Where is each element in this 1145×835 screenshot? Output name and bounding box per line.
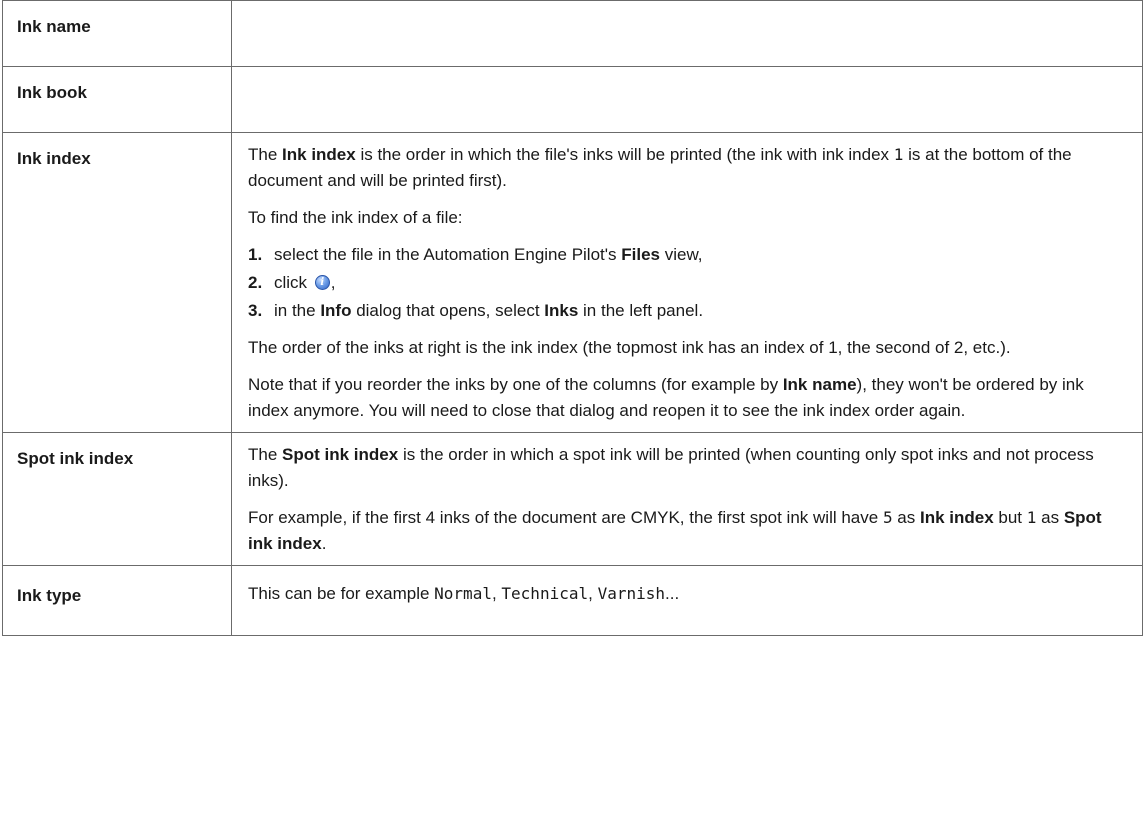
ink-order-note: The order of the inks at right is the in… bbox=[248, 338, 1011, 357]
table-row-ink-index: Ink index The Ink index is the order in … bbox=[2, 132, 1143, 433]
row-description bbox=[231, 66, 1143, 133]
list-item: 3. in the Info dialog that opens, select… bbox=[248, 301, 704, 320]
row-description bbox=[231, 0, 1143, 67]
list-item: 2. click , bbox=[248, 270, 1126, 296]
table-row-spot-ink-index: Spot ink index The Spot ink index is the… bbox=[2, 432, 1143, 566]
ink-properties-table: Ink name Ink book Ink index The Ink inde… bbox=[2, 0, 1143, 636]
info-icon bbox=[314, 270, 330, 296]
ink-index-definition: The Ink index is the order in which the … bbox=[248, 145, 1072, 190]
ink-properties-page: Ink name Ink book Ink index The Ink inde… bbox=[0, 0, 1145, 835]
find-ink-index-intro: To find the ink index of a file: bbox=[248, 208, 463, 227]
row-label: Ink name bbox=[2, 0, 232, 67]
table-row-ink-type: Ink type This can be for example Normal,… bbox=[2, 565, 1143, 636]
spot-ink-index-example: For example, if the first 4 inks of the … bbox=[248, 508, 1102, 553]
list-item: 1. select the file in the Automation Eng… bbox=[248, 245, 703, 264]
row-description: This can be for example Normal, Technica… bbox=[231, 565, 1143, 636]
steps-list: 1. select the file in the Automation Eng… bbox=[248, 242, 1126, 324]
table-row-ink-book: Ink book bbox=[2, 66, 1143, 133]
row-label: Spot ink index bbox=[2, 432, 232, 566]
table-row-ink-name: Ink name bbox=[2, 0, 1143, 67]
row-label: Ink book bbox=[2, 66, 232, 133]
spot-ink-index-definition: The Spot ink index is the order in which… bbox=[248, 445, 1094, 490]
ink-type-examples: This can be for example Normal, Technica… bbox=[248, 584, 680, 603]
row-description: The Spot ink index is the order in which… bbox=[231, 432, 1143, 566]
reorder-note: Note that if you reorder the inks by one… bbox=[248, 375, 1084, 420]
row-label: Ink type bbox=[2, 565, 232, 636]
row-label: Ink index bbox=[2, 132, 232, 433]
row-description: The Ink index is the order in which the … bbox=[231, 132, 1143, 433]
